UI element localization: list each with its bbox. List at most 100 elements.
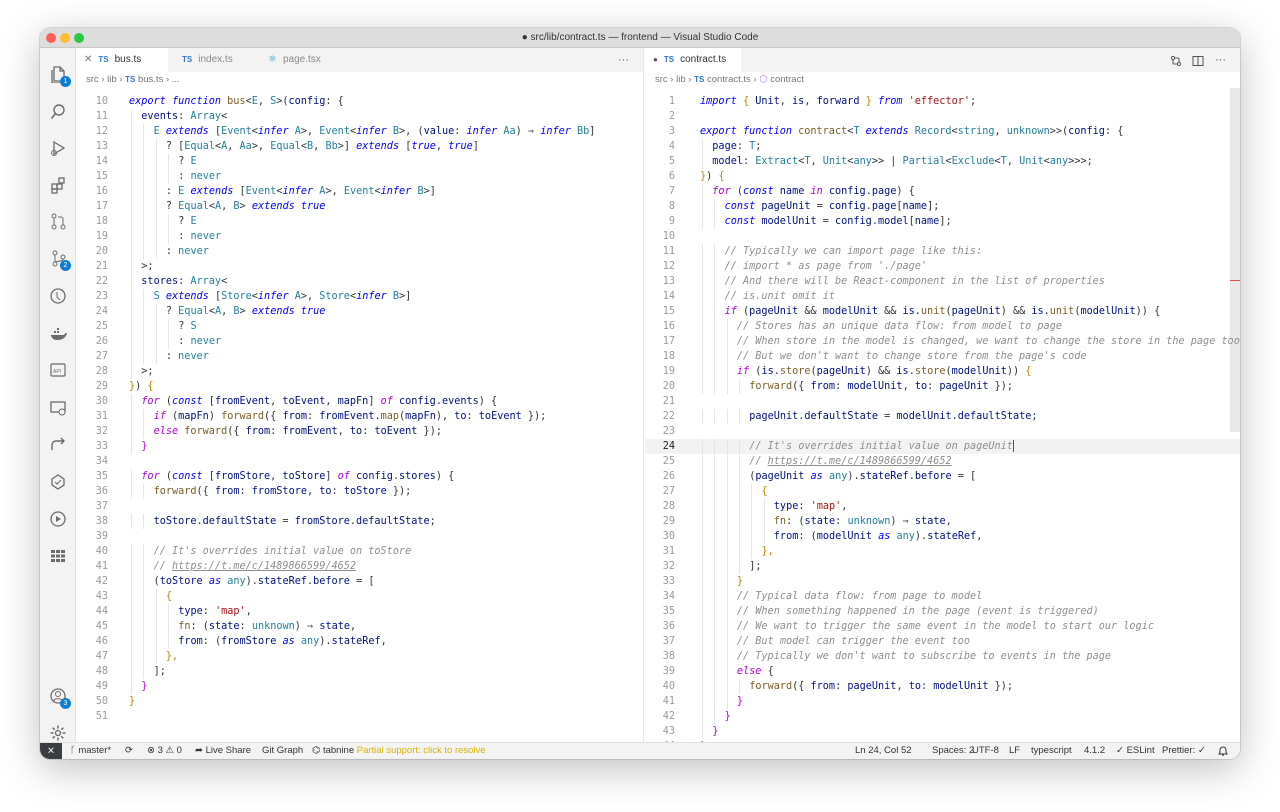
- accounts-icon[interactable]: 3: [48, 686, 71, 709]
- code-line[interactable]: 17 ? Equal<A, B> extends true: [76, 199, 643, 214]
- breadcrumb-item[interactable]: src: [655, 74, 668, 85]
- tabnine-button[interactable]: ⌬ tabnine Partial support: click to reso…: [312, 743, 486, 759]
- tab-page-tsx[interactable]: ⚛ page.tsx: [254, 48, 346, 72]
- end-of-line[interactable]: LF: [1009, 743, 1020, 759]
- code-line[interactable]: 40 // It's overrides initial value on toS…: [76, 544, 643, 559]
- close-window-button[interactable]: [46, 33, 56, 43]
- notifications-bell-icon[interactable]: [1218, 743, 1228, 759]
- code-line[interactable]: 26 (pageUnit as any).stateRef.before = [: [645, 469, 1240, 484]
- code-line[interactable]: 39 else {: [645, 664, 1240, 679]
- code-line[interactable]: 27: never: [76, 349, 643, 364]
- code-line[interactable]: 18? E: [76, 214, 643, 229]
- code-line[interactable]: 19: never: [76, 229, 643, 244]
- code-line[interactable]: 34: [76, 454, 643, 469]
- code-line[interactable]: 26: never: [76, 334, 643, 349]
- close-tab-icon[interactable]: ✕: [84, 54, 92, 65]
- code-line[interactable]: 7 for (const name in config.page) {: [645, 184, 1240, 199]
- minimize-window-button[interactable]: [60, 33, 70, 43]
- docker-icon[interactable]: [48, 324, 68, 344]
- code-line[interactable]: 29}) {: [76, 379, 643, 394]
- prettier-status[interactable]: Prettier: ✓: [1162, 743, 1206, 759]
- code-line[interactable]: 10 export function bus<E, S>(config: {: [76, 94, 643, 109]
- code-line[interactable]: 14? E: [76, 154, 643, 169]
- code-line[interactable]: 4 page: T;: [645, 139, 1240, 154]
- tab-contract-ts[interactable]: ● TS contract.ts: [645, 48, 741, 72]
- extensions-icon[interactable]: [48, 175, 68, 195]
- code-line[interactable]: 24 ? Equal<A, B> extends true: [76, 304, 643, 319]
- api-icon[interactable]: API: [48, 360, 68, 380]
- code-line[interactable]: 14 // is.unit omit it: [645, 289, 1240, 304]
- code-line[interactable]: 32];: [645, 559, 1240, 574]
- indentation[interactable]: Spaces: 2: [932, 743, 974, 759]
- code-line[interactable]: 43 {: [76, 589, 643, 604]
- code-line[interactable]: 21: [645, 394, 1240, 409]
- code-line[interactable]: 31},: [645, 544, 1240, 559]
- code-line[interactable]: 20 forward({ from: modelUnit, to: pageUni…: [645, 379, 1240, 394]
- code-line[interactable]: 34 // Typical data flow: from page to mod…: [645, 589, 1240, 604]
- code-line[interactable]: 46 from: (fromStore as any).stateRef,: [76, 634, 643, 649]
- code-line[interactable]: 50}: [76, 694, 643, 709]
- remote-explorer-icon[interactable]: [48, 398, 68, 418]
- code-line[interactable]: 28 >;: [76, 364, 643, 379]
- more-actions-icon[interactable]: ···: [1215, 48, 1226, 72]
- code-line[interactable]: 35 for (const [fromStore, toStore] of con…: [76, 469, 643, 484]
- problems-indicator[interactable]: ⊗ 3 ⚠ 0: [147, 743, 182, 759]
- run-debug-icon[interactable]: [48, 138, 68, 158]
- code-line[interactable]: 48];: [76, 664, 643, 679]
- code-line[interactable]: 11 events: Array<: [76, 109, 643, 124]
- code-line[interactable]: 35 // When something happened in the page…: [645, 604, 1240, 619]
- code-line[interactable]: 6}) {: [645, 169, 1240, 184]
- files-icon[interactable]: 1: [48, 64, 71, 87]
- zoom-window-button[interactable]: [74, 33, 84, 43]
- code-line[interactable]: 37: [76, 499, 643, 514]
- live-share-button[interactable]: ➦ Live Share: [195, 743, 251, 759]
- search-icon[interactable]: [48, 102, 68, 122]
- code-line[interactable]: 43}: [645, 724, 1240, 739]
- code-line[interactable]: 1 import { Unit, is, forward } from 'effe…: [645, 94, 1240, 109]
- breadcrumb-item[interactable]: lib: [107, 74, 117, 85]
- more-actions-icon[interactable]: ···: [618, 48, 629, 72]
- code-line[interactable]: 38 toStore.defaultState = fromStore.defau…: [76, 514, 643, 529]
- code-line[interactable]: 12 // import * as page from './page': [645, 259, 1240, 274]
- breadcrumb-item[interactable]: lib: [676, 74, 686, 85]
- code-line[interactable]: 44 type: 'map',: [76, 604, 643, 619]
- code-line[interactable]: 21 >;: [76, 259, 643, 274]
- code-line[interactable]: 40 forward({ from: pageUnit, to: modelUni…: [645, 679, 1240, 694]
- code-line[interactable]: 2: [645, 109, 1240, 124]
- code-line[interactable]: 16: E extends [Event<infer A>, Event<inf…: [76, 184, 643, 199]
- code-line[interactable]: 23: [645, 424, 1240, 439]
- code-line[interactable]: 33}: [76, 439, 643, 454]
- run-icon[interactable]: [48, 509, 68, 529]
- code-line[interactable]: 41 // https://t.me/c/1489866599/4652: [76, 559, 643, 574]
- code-line[interactable]: 47},: [76, 649, 643, 664]
- pull-requests-icon[interactable]: [48, 211, 68, 231]
- code-line[interactable]: 25? S: [76, 319, 643, 334]
- code-line[interactable]: 30 from: (modelUnit as any).stateRef,: [645, 529, 1240, 544]
- code-line[interactable]: 25 // https://t.me/c/1489866599/4652: [645, 454, 1240, 469]
- code-line[interactable]: 16 // Stores has an unique data flow: fro…: [645, 319, 1240, 334]
- code-line[interactable]: 23 S extends [Store<infer A>, Store<infer…: [76, 289, 643, 304]
- settings-gear-icon[interactable]: [48, 723, 68, 743]
- encoding[interactable]: UTF-8: [972, 743, 999, 759]
- code-line[interactable]: 22 pageUnit.defaultState = modelUnit.defa…: [645, 409, 1240, 424]
- code-line[interactable]: 42}: [645, 709, 1240, 724]
- breadcrumb-item[interactable]: src: [86, 74, 99, 85]
- code-line[interactable]: 39: [76, 529, 643, 544]
- cursor-position[interactable]: Ln 24, Col 52: [855, 743, 912, 759]
- code-line[interactable]: 24 // It's overrides initial value on pag…: [645, 439, 1240, 454]
- code-line[interactable]: 37 // But model can trigger the event too: [645, 634, 1240, 649]
- code-line[interactable]: 30 for (const [fromEvent, toEvent, mapFn]…: [76, 394, 643, 409]
- unsaved-dot-icon[interactable]: ●: [653, 55, 658, 64]
- code-line[interactable]: 5 model: Extract<T, Unit<any>> | Partial<…: [645, 154, 1240, 169]
- code-line[interactable]: 12 E extends [Event<infer A>, Event<infer…: [76, 124, 643, 139]
- code-line[interactable]: 45 fn: (state: unknown) ⇒ state,: [76, 619, 643, 634]
- tab-bus-ts[interactable]: ✕ TS bus.ts: [76, 48, 168, 72]
- breadcrumb-item[interactable]: contract: [770, 74, 804, 85]
- code-line[interactable]: 8 const pageUnit = config.page[name];: [645, 199, 1240, 214]
- remote-indicator-icon[interactable]: ⨯: [40, 743, 62, 759]
- code-line[interactable]: 3 export function contract<T extends Reco…: [645, 124, 1240, 139]
- code-line[interactable]: 15: never: [76, 169, 643, 184]
- source-control-icon[interactable]: 2: [48, 248, 71, 271]
- code-line[interactable]: 29 fn: (state: unknown) ⇒ state,: [645, 514, 1240, 529]
- live-share-icon[interactable]: [48, 435, 68, 455]
